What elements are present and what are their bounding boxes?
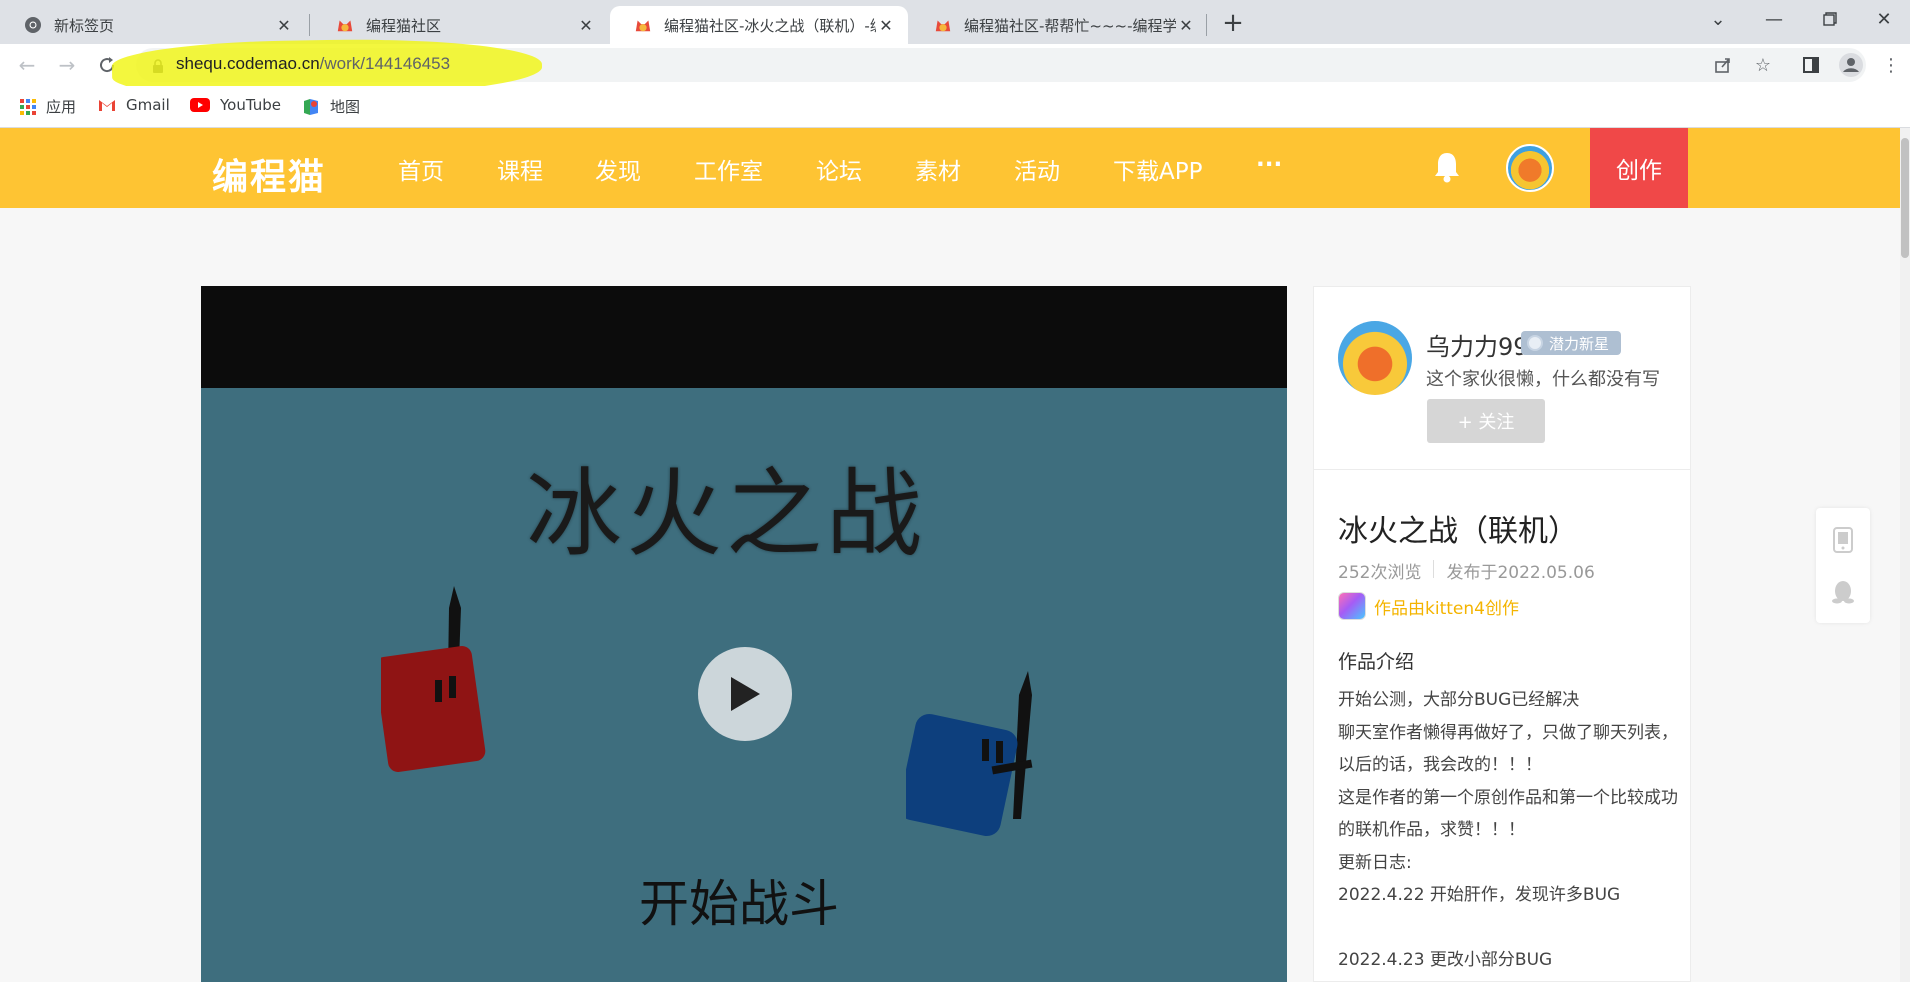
nav-materials[interactable]: 素材 (915, 152, 961, 186)
meta-divider (1433, 560, 1435, 578)
close-window-icon[interactable]: ✕ (1858, 0, 1910, 38)
new-tab-plus-icon[interactable]: + (1218, 8, 1248, 38)
play-triangle-icon (731, 677, 760, 711)
tab-label: 编程猫社区-帮帮忙~~~-编程学习 (964, 16, 1176, 35)
user-avatar[interactable] (1506, 144, 1554, 192)
badge-label: 潜力新星 (1549, 334, 1610, 353)
nav-download-app[interactable]: 下载APP (1113, 152, 1202, 186)
codemao-favicon-icon (934, 16, 952, 34)
qq-penguin-icon[interactable] (1831, 578, 1855, 606)
intro-line: 2022.4.23 更改小部分BUG (1338, 950, 1553, 970)
intro-line: 这是作者的第一个原创作品和第一个比较成功的联机作品，求赞！！！ (1338, 787, 1678, 841)
kitten-editor-icon (1338, 592, 1366, 620)
bookmark-label: Gmail (126, 96, 170, 114)
bookmark-youtube[interactable]: YouTube (190, 96, 281, 114)
bookmark-apps[interactable]: 应用 (20, 96, 76, 117)
apps-grid-icon (20, 98, 36, 115)
intro-line: 2022.4.22 开始肝作，发现许多BUG (1338, 885, 1621, 905)
intro-line (1338, 912, 1678, 945)
work-player[interactable]: 冰火之战 开始战斗 (201, 286, 1287, 982)
bookmark-gmail[interactable]: Gmail (98, 96, 170, 114)
start-battle-text[interactable]: 开始战斗 (639, 864, 839, 936)
nav-forum[interactable]: 论坛 (816, 152, 862, 186)
codemao-favicon-icon (634, 16, 652, 34)
floating-side-tools (1816, 508, 1870, 623)
browser-tab-codemao[interactable]: 编程猫社区 ✕ (312, 6, 608, 44)
work-title: 冰火之战（联机） (1338, 514, 1578, 549)
author-avatar[interactable] (1338, 321, 1412, 395)
nav-home[interactable]: 首页 (398, 152, 444, 186)
intro-heading: 作品介绍 (1338, 651, 1415, 673)
tab-divider (1206, 14, 1207, 36)
play-button[interactable] (698, 647, 792, 741)
browser-tab-new-tab[interactable]: 新标签页 ✕ (0, 6, 306, 44)
made-by-label: 作品由kitten4创作 (1374, 598, 1519, 619)
blue-cube-sprite (906, 671, 1033, 837)
close-tab-icon[interactable]: ✕ (1176, 15, 1196, 35)
player-top-bar (201, 286, 1287, 388)
chrome-icon (24, 16, 42, 34)
red-cube-sprite (381, 586, 486, 772)
view-count: 252次浏览 (1338, 563, 1422, 583)
browser-tab-help[interactable]: 编程猫社区-帮帮忙~~~-编程学习 ✕ (910, 6, 1208, 44)
work-info-card: 冰火之战（联机） 252次浏览 发布于2022.05.06 作品由kitten4… (1313, 470, 1691, 982)
gmail-icon (98, 98, 116, 112)
intro-line: 开始公测，大部分BUG已经解决 (1338, 690, 1580, 710)
intro-line: 聊天室作者懒得再做好了，只做了聊天列表，以后的话，我会改的！！！ (1338, 722, 1678, 776)
browser-tab-active[interactable]: 编程猫社区-冰火之战（联机）-编 ✕ (610, 6, 908, 44)
forward-arrow-icon[interactable]: → (52, 50, 82, 80)
nav-studio[interactable]: 工作室 (694, 152, 763, 186)
notification-bell-icon[interactable] (1432, 150, 1462, 188)
create-button[interactable]: 创作 (1590, 128, 1688, 208)
bookmarks-bar: 应用 Gmail YouTube 地图 (0, 86, 1910, 128)
page-scrollbar[interactable] (1900, 128, 1910, 982)
minimize-icon[interactable]: — (1746, 0, 1802, 38)
game-title-text: 冰火之战 (526, 458, 926, 570)
author-card: 乌力力99 潜力新星 这个家伙很懒，什么都没有写 + 关注 (1313, 286, 1691, 470)
side-panel-icon[interactable] (1796, 50, 1826, 80)
tab-label: 新标签页 (54, 16, 115, 35)
nav-courses[interactable]: 课程 (497, 152, 543, 186)
badge-medal-icon (1527, 335, 1543, 351)
share-icon[interactable] (1708, 50, 1738, 80)
tab-divider (309, 14, 310, 36)
author-name[interactable]: 乌力力99 (1426, 327, 1529, 362)
codemao-favicon-icon (336, 16, 354, 34)
mobile-phone-icon[interactable] (1831, 526, 1855, 554)
site-header: 编程猫 首页 课程 发现 工作室 论坛 素材 活动 下载APP ··· 创作 (0, 128, 1900, 208)
bookmark-star-icon[interactable]: ☆ (1748, 50, 1778, 80)
restore-window-icon[interactable] (1802, 0, 1858, 38)
bookmark-maps[interactable]: 地图 (302, 96, 360, 117)
tab-label: 编程猫社区-冰火之战（联机）-编 (664, 16, 876, 35)
intro-line: 更新日志: (1338, 852, 1412, 873)
more-menu-icon[interactable]: ⋮ (1876, 50, 1906, 80)
maps-icon (302, 98, 320, 116)
nav-discover[interactable]: 发现 (595, 152, 641, 186)
close-tab-icon[interactable]: ✕ (576, 15, 596, 35)
codemao-logo[interactable]: 编程猫 (212, 148, 326, 200)
tab-search-chevron-icon[interactable]: ⌄ (1690, 0, 1746, 38)
work-meta: 252次浏览 发布于2022.05.06 (1338, 558, 1595, 583)
profile-icon[interactable] (1836, 50, 1866, 80)
close-tab-icon[interactable]: ✕ (876, 15, 896, 35)
follow-button[interactable]: + 关注 (1427, 399, 1545, 443)
nav-events[interactable]: 活动 (1014, 152, 1060, 186)
back-arrow-icon[interactable]: ← (12, 50, 42, 80)
scrollbar-thumb[interactable] (1901, 138, 1909, 258)
browser-tab-strip: 新标签页 ✕ 编程猫社区 ✕ 编程猫社区-冰火之战（联机）-编 ✕ 编程猫社区-… (0, 0, 1910, 44)
nav-more[interactable]: ··· (1256, 152, 1282, 178)
bookmark-label: YouTube (220, 96, 281, 114)
bookmark-label: 应用 (46, 98, 77, 116)
made-with-kitten[interactable]: 作品由kitten4创作 (1338, 592, 1519, 620)
youtube-icon (190, 98, 210, 112)
potential-star-badge: 潜力新星 (1521, 331, 1621, 355)
intro-text: 开始公测，大部分BUG已经解决 聊天室作者懒得再做好了，只做了聊天列表，以后的话… (1338, 684, 1678, 977)
close-tab-icon[interactable]: ✕ (274, 15, 294, 35)
url-text: shequ.codemao.cn/work/144146453 (176, 54, 451, 73)
author-bio: 这个家伙很懒，什么都没有写 (1426, 369, 1660, 390)
tab-label: 编程猫社区 (366, 16, 442, 35)
bookmark-label: 地图 (330, 98, 361, 116)
publish-date: 发布于2022.05.06 (1446, 563, 1595, 583)
